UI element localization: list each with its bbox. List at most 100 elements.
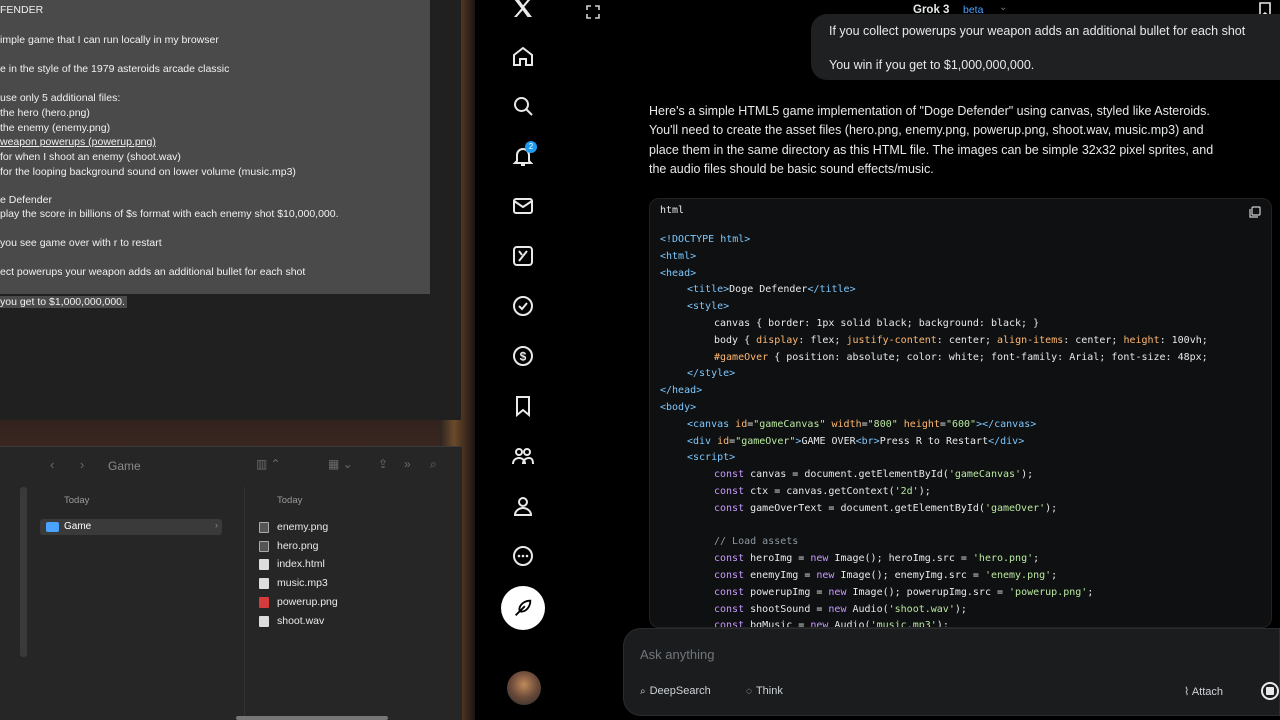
finder-title: Game: [108, 459, 141, 473]
image-file-icon: [259, 522, 269, 533]
x-logo-icon[interactable]: [511, 0, 535, 20]
file-row[interactable]: music.mp3: [259, 575, 439, 591]
avatar[interactable]: [507, 671, 541, 705]
assistant-text: Here's a simple HTML5 game implementatio…: [649, 104, 1210, 118]
editor-line: e Defender: [0, 194, 52, 206]
finder-column: Today enemy.png hero.png index.html musi…: [244, 487, 444, 720]
prompt-text-selection[interactable]: FENDER imple game that I can run locally…: [0, 0, 430, 294]
editor-line: for when I shoot an enemy (shoot.wav): [0, 151, 181, 163]
file-name: shoot.wav: [277, 615, 325, 627]
editor-line: e in the style of the 1979 asteroids arc…: [0, 63, 230, 75]
code-line: const gameOverText = document.getElement…: [714, 502, 1058, 514]
code-block: html <!DOCTYPE html> <html> <head> <title>D…: [649, 198, 1272, 628]
back-icon[interactable]: ‹: [50, 457, 54, 472]
search-icon[interactable]: ⌕: [430, 457, 437, 472]
search-icon[interactable]: [511, 94, 535, 118]
column-view-icon[interactable]: ▥ ⌃: [256, 457, 281, 471]
think-button[interactable]: ◌ Think: [738, 681, 791, 703]
share-icon[interactable]: ⇪: [378, 457, 388, 471]
code-line: const shootSound = new Audio('shoot.wav'…: [714, 603, 967, 615]
code-line: <body>: [660, 402, 697, 413]
assistant-text: You'll need to create the asset files (h…: [649, 123, 1204, 137]
grok-chat: Grok 3 beta ⌄ If you collect powerups yo…: [565, 0, 1280, 720]
notification-badge: 2: [525, 141, 537, 153]
text-editor-window: FENDER imple game that I can run locally…: [0, 0, 462, 420]
deepsearch-button[interactable]: ⌕ DeepSearch: [632, 681, 719, 703]
desktop-area: FENDER imple game that I can run locally…: [0, 0, 475, 720]
code-line: const canvas = document.getElementById('…: [714, 469, 1034, 481]
money-icon[interactable]: $: [511, 344, 535, 368]
html-file-icon: [259, 559, 269, 570]
code-line: canvas { border: 1px solid black; backgr…: [714, 318, 1040, 329]
code-line: <!DOCTYPE html>: [660, 234, 751, 245]
deepsearch-label: DeepSearch: [649, 685, 711, 697]
file-name: hero.png: [277, 540, 319, 552]
editor-line: for the looping background sound on lowe…: [0, 166, 296, 178]
code-line: // Load assets: [714, 536, 799, 548]
svg-text:$: $: [520, 350, 527, 364]
finder-window: ‹ › Game ▥ ⌃ ▦ ⌄ ⇪ » ⌕ Today Game › Toda…: [0, 446, 462, 720]
editor-line: weapon powerups (powerup.png): [0, 136, 156, 148]
file-name: enemy.png: [277, 521, 329, 533]
editor-line: the hero (hero.png): [0, 107, 90, 119]
assistant-text: place them in the same directory as this…: [649, 143, 1214, 157]
audio-file-icon: [259, 616, 269, 627]
editor-line: the enemy (enemy.png): [0, 122, 111, 134]
bookmarks-icon[interactable]: [511, 394, 535, 418]
horizontal-scrollbar[interactable]: [236, 716, 388, 720]
ask-input[interactable]: [640, 647, 1200, 662]
code-line: </head>: [660, 385, 703, 397]
folder-row-game[interactable]: Game ›: [40, 519, 222, 535]
post-button[interactable]: [501, 586, 545, 630]
finder-column: Today Game ›: [30, 487, 230, 720]
file-row[interactable]: shoot.wav: [259, 613, 439, 629]
image-file-icon: [259, 541, 269, 552]
file-row[interactable]: enemy.png: [259, 519, 439, 535]
code-line: <head>: [660, 267, 697, 279]
think-label: Think: [755, 685, 783, 697]
code-line: <style>: [687, 301, 730, 313]
file-name: music.mp3: [277, 577, 328, 589]
finder-sidebar: [20, 487, 27, 657]
code-line: <div id="gameOver">GAME OVER<br>Press R …: [687, 435, 1025, 447]
code-line: const enemyImg = new Image(); enemyImg.s…: [714, 570, 1058, 581]
profile-icon[interactable]: [511, 494, 535, 518]
composer: ⌕DeepSearch ◌Think ⌇ Attach: [623, 628, 1280, 716]
editor-line: use only 5 additional files:: [0, 92, 121, 104]
code-language: html: [660, 205, 685, 216]
attach-button[interactable]: ⌇ Attach: [1184, 685, 1223, 698]
group-icon[interactable]: ▦ ⌄: [328, 457, 353, 471]
editor-line: ect powerups your weapon adds an additio…: [0, 266, 306, 278]
expand-icon[interactable]: [585, 4, 601, 20]
file-row[interactable]: powerup.png: [259, 594, 439, 610]
verified-icon[interactable]: [511, 294, 535, 318]
home-icon[interactable]: [511, 44, 535, 68]
communities-icon[interactable]: [511, 444, 535, 468]
send-button[interactable]: [1261, 682, 1279, 700]
file-name: powerup.png: [277, 596, 338, 608]
more-icon[interactable]: [511, 544, 535, 568]
copy-icon[interactable]: [1249, 205, 1261, 218]
more-toolbar-icon[interactable]: »: [404, 457, 411, 471]
code-line: <title>Doge Defender</title>: [687, 284, 856, 296]
code-line: body { display: flex; justify-content: c…: [714, 334, 1208, 346]
grok-icon[interactable]: [511, 244, 535, 268]
audio-file-icon: [259, 578, 269, 589]
column-header: Today: [64, 495, 90, 506]
editor-line: you get to $1,000,000,000.: [0, 296, 127, 308]
assistant-text: the audio files should be basic sound ef…: [649, 162, 934, 176]
paperclip-icon: ⌇: [1184, 686, 1192, 698]
code-line: const powerupImg = new Image(); powerupI…: [714, 586, 1094, 598]
editor-line: you see game over with r to restart: [0, 237, 162, 249]
file-name: index.html: [277, 558, 325, 570]
messages-icon[interactable]: [511, 194, 535, 218]
forward-icon[interactable]: ›: [80, 457, 84, 472]
code-line: <html>: [660, 250, 697, 262]
user-message: If you collect powerups your weapon adds…: [811, 14, 1280, 80]
folder-icon: [46, 522, 59, 532]
file-row[interactable]: hero.png: [259, 538, 439, 554]
code-line: #gameOver { position: absolute; color: w…: [714, 351, 1208, 363]
chevron-down-icon[interactable]: ⌄: [999, 2, 1007, 13]
code-line: <canvas id="gameCanvas" width="800" heig…: [687, 418, 1037, 430]
file-row[interactable]: index.html: [259, 556, 439, 572]
